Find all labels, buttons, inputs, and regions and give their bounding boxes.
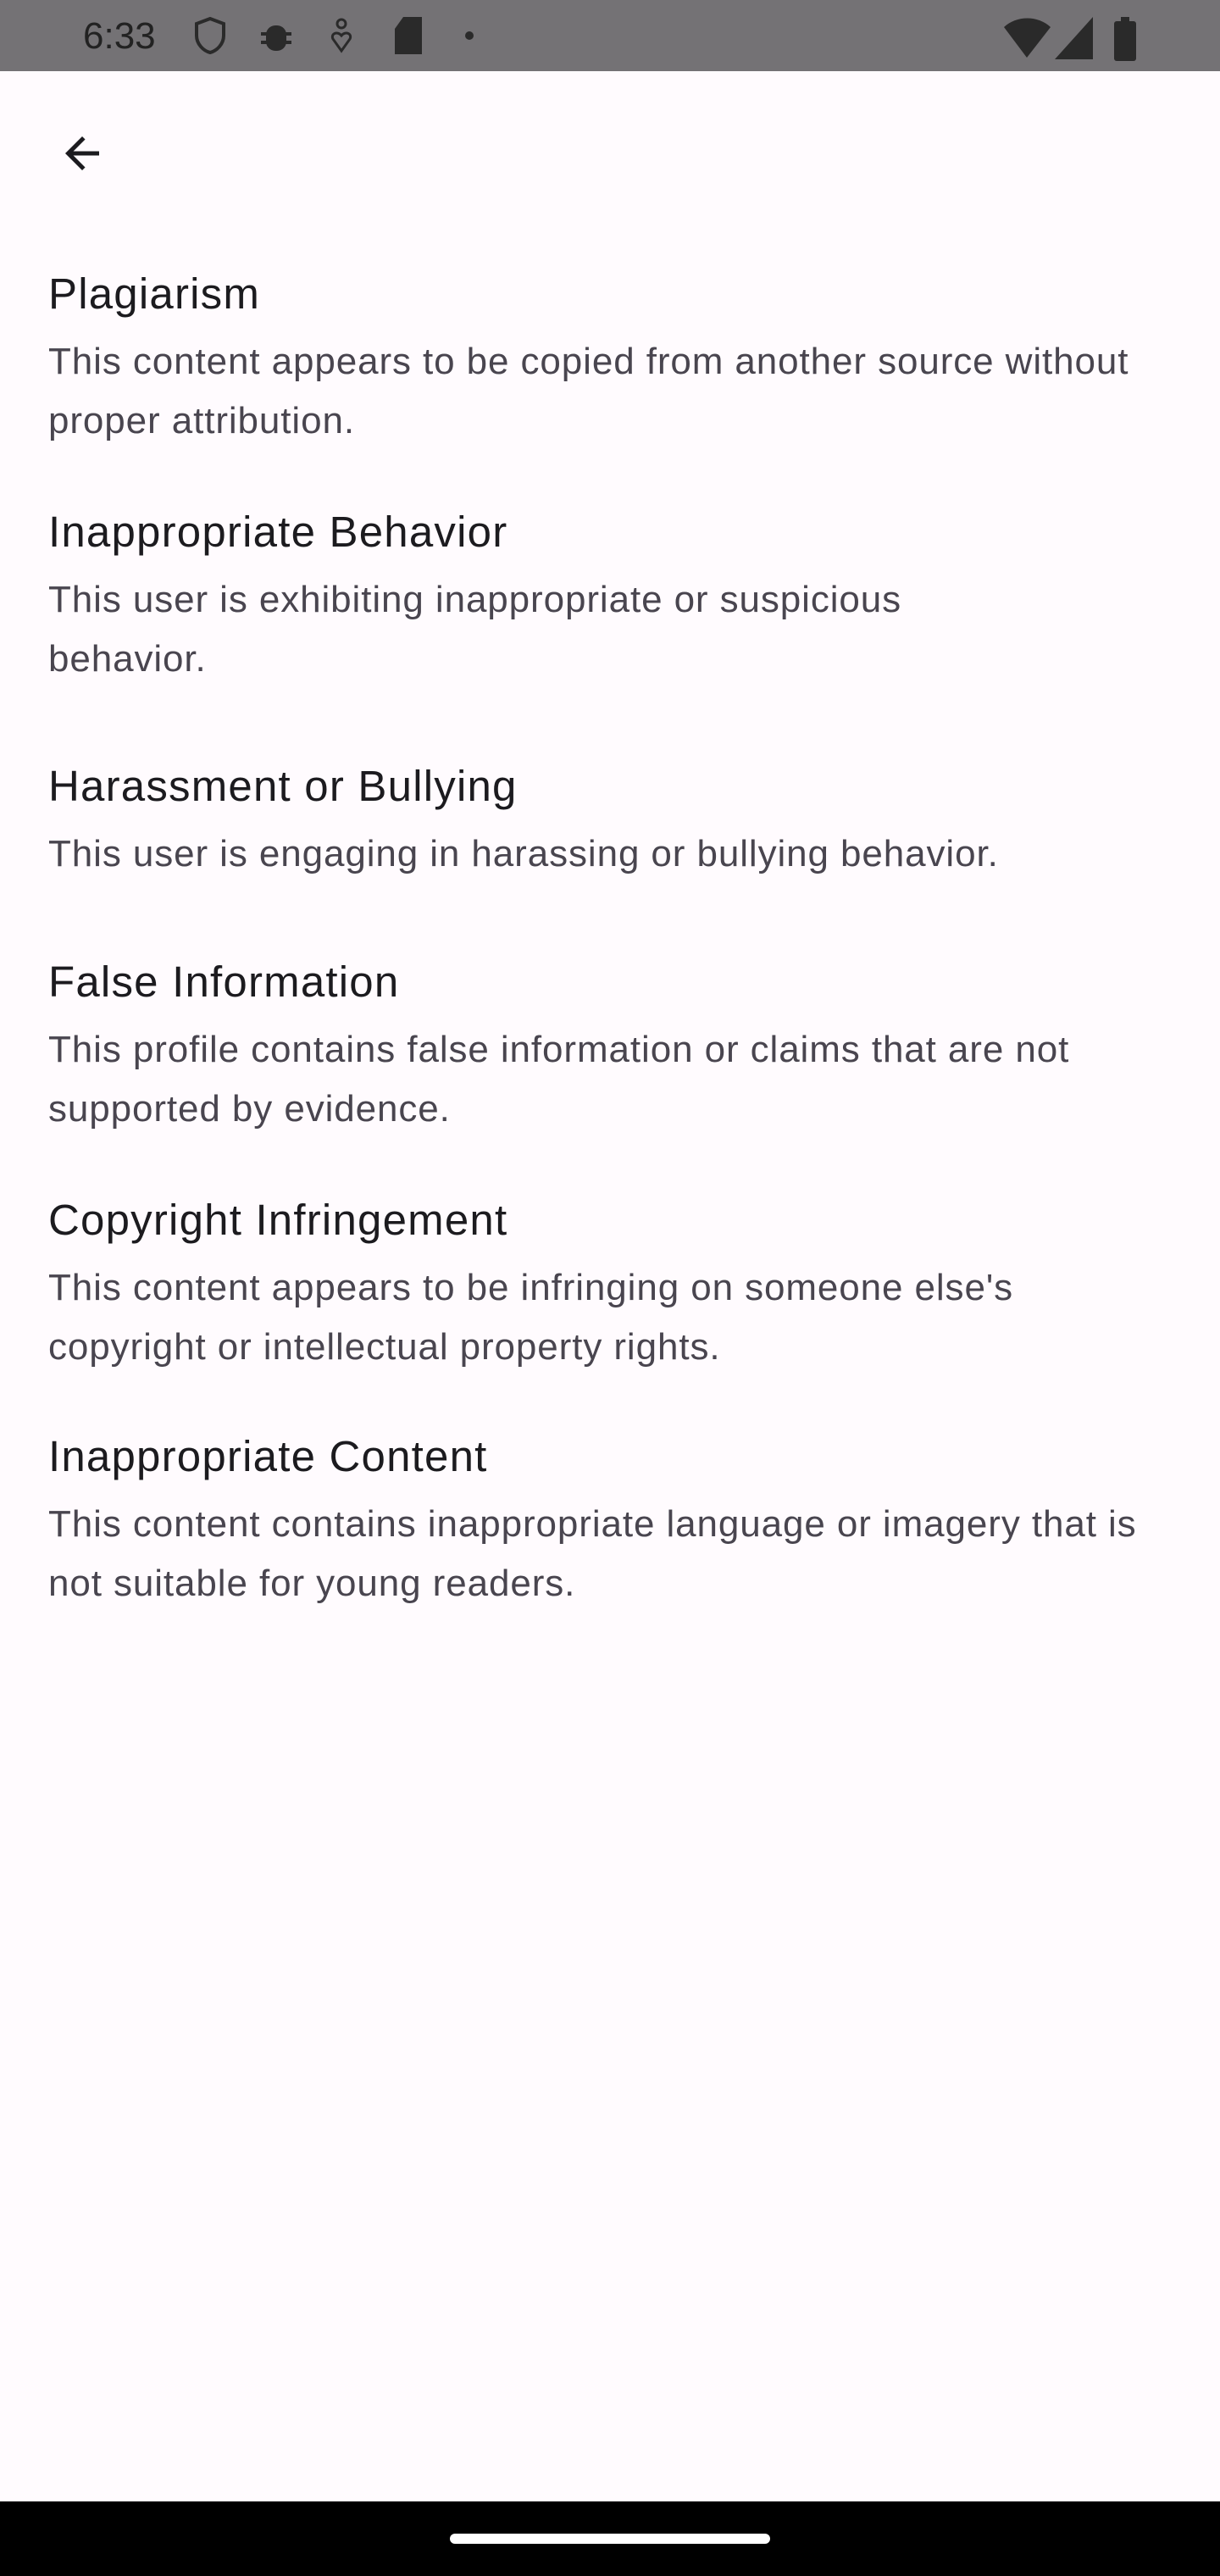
navigation-bar — [0, 2501, 1220, 2576]
reason-description: This user is engaging in harassing or bu… — [48, 833, 999, 874]
reason-description: This content contains inappropriate lang… — [48, 1503, 1137, 1604]
report-reason-harassment[interactable]: Harassment or Bullying This user is enga… — [48, 757, 1167, 884]
report-reason-inappropriate-content[interactable]: Inappropriate Content This content conta… — [48, 1427, 1167, 1613]
status-bar: 6:33 — [0, 0, 1220, 71]
reason-description: This content appears to be copied from a… — [48, 341, 1129, 441]
battery-icon — [1114, 17, 1136, 61]
arrow-back-icon — [65, 136, 99, 170]
report-reason-plagiarism[interactable]: Plagiarism This content appears to be co… — [48, 264, 1167, 451]
vpn-shield-icon — [195, 17, 225, 54]
signal-icon — [1055, 17, 1093, 59]
report-reason-copyright[interactable]: Copyright Infringement This content appe… — [48, 1191, 1167, 1377]
reason-description: This profile contains false information … — [48, 1029, 1070, 1130]
accessibility-icon — [330, 18, 352, 53]
report-reason-inappropriate-behavior[interactable]: Inappropriate Behavior This user is exhi… — [48, 502, 1167, 689]
reason-title: Inappropriate Content — [48, 1432, 488, 1480]
status-time: 6:33 — [83, 15, 156, 57]
home-gesture-handle[interactable] — [450, 2534, 770, 2544]
reason-title: Inappropriate Behavior — [48, 508, 508, 556]
sd-card-icon — [395, 17, 422, 54]
wifi-icon — [1004, 18, 1051, 58]
reason-title: Copyright Infringement — [48, 1196, 508, 1244]
back-button[interactable] — [44, 115, 120, 192]
notification-dot-icon — [465, 31, 474, 40]
reason-description: This content appears to be infringing on… — [48, 1267, 1014, 1368]
reason-title: Harassment or Bullying — [48, 762, 518, 810]
bug-icon — [261, 25, 291, 51]
report-reason-false-information[interactable]: False Information This profile contains … — [48, 952, 1167, 1139]
reason-description: This user is exhibiting inappropriate or… — [48, 579, 902, 680]
reason-title: Plagiarism — [48, 269, 261, 318]
reason-title: False Information — [48, 958, 400, 1006]
